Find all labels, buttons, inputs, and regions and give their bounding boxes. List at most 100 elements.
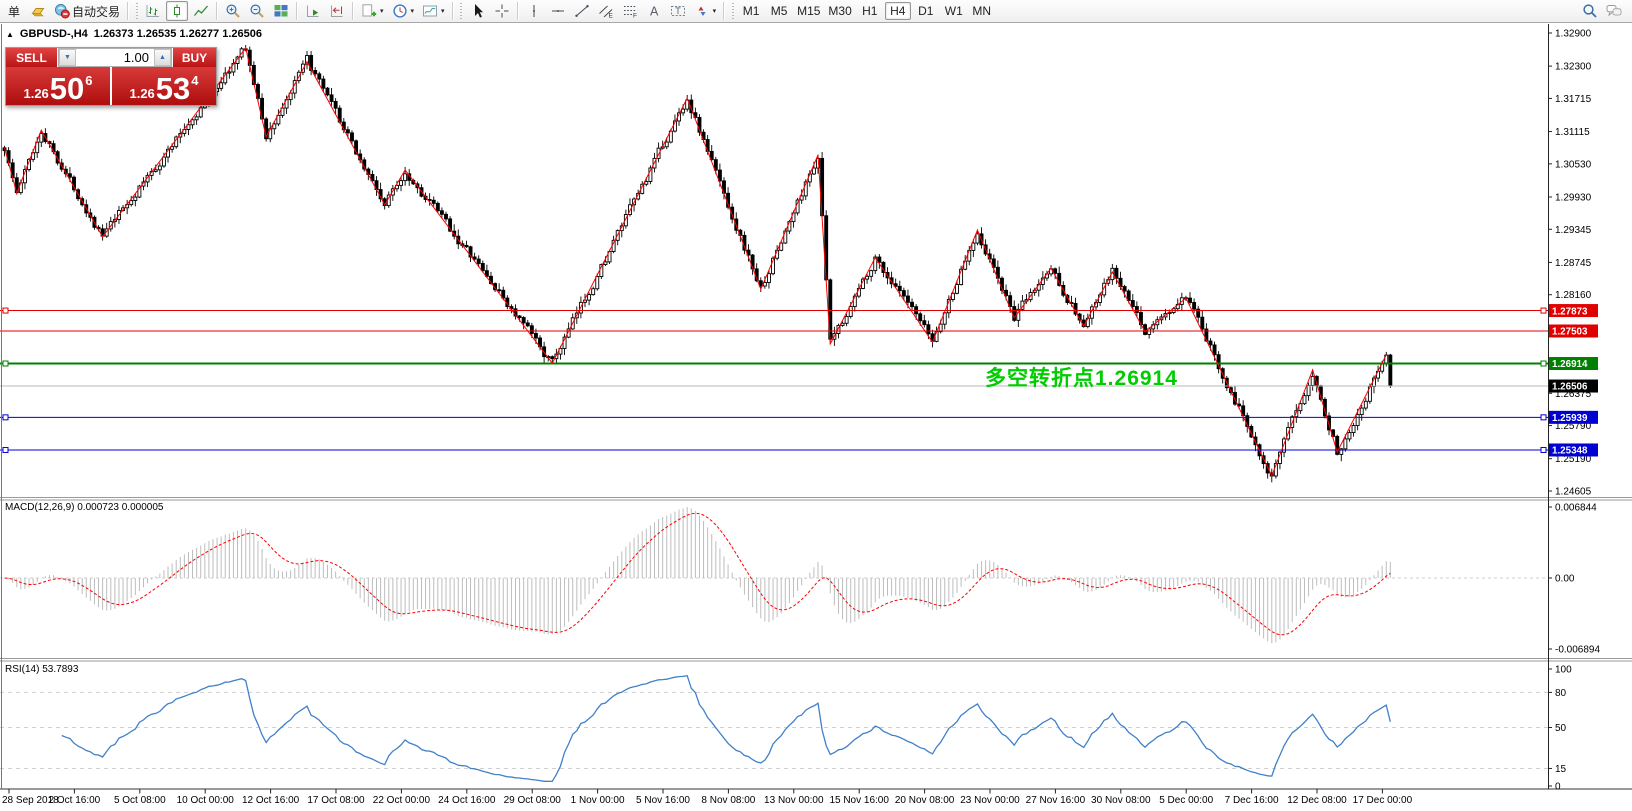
channel-icon[interactable]: E	[595, 1, 617, 21]
text-icon[interactable]: A	[643, 1, 665, 21]
toolbar-separator	[517, 2, 519, 20]
candlestick-icon[interactable]	[166, 1, 188, 21]
price-badge: 1.25348	[1552, 446, 1588, 457]
templates-icon-dropdown[interactable]: ▾	[441, 7, 445, 15]
search-icon[interactable]	[1579, 1, 1601, 21]
date-label: 15 Nov 16:00	[829, 795, 889, 806]
trendline-icon[interactable]	[571, 1, 593, 21]
volume-input[interactable]: 1.00	[76, 49, 154, 66]
date-label: 24 Oct 16:00	[438, 795, 496, 806]
line-handle[interactable]	[1541, 447, 1546, 452]
cursor-icon[interactable]	[467, 1, 489, 21]
horizontal-line-icon[interactable]	[547, 1, 569, 21]
toolbar-button-label: 单	[8, 3, 20, 20]
toolbar-separator	[127, 2, 129, 20]
trendline-icon	[574, 3, 590, 19]
line-chart-icon[interactable]	[190, 1, 212, 21]
timeframe-M5[interactable]: M5	[766, 2, 792, 20]
arrows-icon	[694, 3, 710, 19]
line-handle[interactable]	[3, 415, 8, 420]
zoom-out-icon[interactable]	[246, 1, 268, 21]
fibonacci-icon[interactable]: F	[619, 1, 641, 21]
timeframe-H1[interactable]: H1	[857, 2, 883, 20]
tile-windows-icon	[273, 3, 289, 19]
new-order-button[interactable]: 单	[3, 1, 25, 21]
line-handle[interactable]	[3, 447, 8, 452]
autotrade-button[interactable]: 自动交易	[51, 1, 123, 21]
arrows-icon-dropdown[interactable]: ▾	[713, 7, 717, 15]
periods-icon[interactable]: ▾	[389, 1, 418, 21]
zoom-in-icon[interactable]	[222, 1, 244, 21]
bar-chart-icon[interactable]	[142, 1, 164, 21]
date-label: 8 Nov 08:00	[701, 795, 755, 806]
toolbar-button-label: W1	[945, 4, 963, 18]
text-icon: A	[646, 3, 662, 19]
timeframe-MN[interactable]: MN	[969, 2, 995, 20]
chart-canvas[interactable]: 1.329001.323001.317151.311151.305301.299…	[0, 0, 1632, 811]
line-handle[interactable]	[3, 361, 8, 366]
autotrade-icon	[54, 3, 70, 19]
line-handle[interactable]	[3, 308, 8, 313]
svg-text:0: 0	[1555, 782, 1561, 793]
indicators-icon[interactable]: ▾	[358, 1, 387, 21]
svg-text:1.29345: 1.29345	[1555, 225, 1592, 236]
timeframe-W1[interactable]: W1	[941, 2, 967, 20]
date-label: 10 Oct 00:00	[177, 795, 235, 806]
macd-label: MACD(12,26,9) 0.000723 0.000005	[5, 502, 163, 513]
sell-price-display[interactable]: 1.26 50 6	[6, 67, 110, 105]
svg-text:15: 15	[1555, 764, 1567, 775]
sell-price-point: 6	[85, 74, 92, 87]
chart-shift-icon[interactable]	[326, 1, 348, 21]
new-order-icon[interactable]	[27, 1, 49, 21]
periods-icon	[392, 3, 408, 19]
timeframe-M30[interactable]: M30	[825, 2, 854, 20]
toolbar-grip[interactable]	[134, 3, 139, 19]
toolbar-separator	[216, 2, 218, 20]
line-handle[interactable]	[1541, 361, 1546, 366]
arrows-icon[interactable]: ▾	[691, 1, 720, 21]
templates-icon[interactable]: ▾	[419, 1, 448, 21]
timeframe-M1[interactable]: M1	[738, 2, 764, 20]
auto-scroll-icon	[305, 3, 321, 19]
date-label: 27 Nov 16:00	[1026, 795, 1086, 806]
auto-scroll-icon[interactable]	[302, 1, 324, 21]
turning-point-annotation[interactable]: 多空转折点1.26914	[985, 362, 1178, 392]
buy-button[interactable]: BUY	[172, 48, 216, 67]
tile-windows-icon[interactable]	[270, 1, 292, 21]
toolbar-button-label: H4	[890, 4, 905, 18]
line-handle[interactable]	[1541, 308, 1546, 313]
volume-increase-button[interactable]: ▲	[154, 49, 171, 66]
fibonacci-icon: F	[622, 3, 638, 19]
buy-price-display[interactable]: 1.26 53 4	[112, 67, 216, 105]
label-icon[interactable]: T	[667, 1, 689, 21]
svg-text:80: 80	[1555, 688, 1567, 699]
date-label: 17 Oct 08:00	[307, 795, 365, 806]
svg-text:1.28160: 1.28160	[1555, 290, 1592, 301]
toolbar-separator	[452, 2, 454, 20]
toolbar-grip[interactable]	[730, 3, 735, 19]
buy-price-base: 1.26	[129, 87, 154, 100]
sell-button[interactable]: SELL	[6, 48, 58, 67]
collapse-arrow-icon[interactable]: ▲	[6, 30, 14, 39]
svg-text:1.32300: 1.32300	[1555, 62, 1592, 73]
date-label: 17 Dec 00:00	[1353, 795, 1413, 806]
date-label: 29 Oct 08:00	[504, 795, 562, 806]
indicators-icon-dropdown[interactable]: ▾	[380, 7, 384, 15]
svg-text:T: T	[675, 6, 681, 16]
volume-spinner: ▼ 1.00 ▲	[58, 48, 172, 67]
crosshair-icon[interactable]	[491, 1, 513, 21]
toolbar-button-label: MN	[972, 4, 991, 18]
cursor-icon	[470, 3, 486, 19]
toolbar-grip[interactable]	[459, 3, 464, 19]
periods-icon-dropdown[interactable]: ▾	[411, 7, 415, 15]
timeframe-M15[interactable]: M15	[794, 2, 823, 20]
volume-decrease-button[interactable]: ▼	[59, 49, 76, 66]
vertical-line-icon[interactable]	[523, 1, 545, 21]
timeframe-D1[interactable]: D1	[913, 2, 939, 20]
crosshair-icon	[494, 3, 510, 19]
chat-icon[interactable]	[1603, 1, 1625, 21]
line-handle[interactable]	[1541, 415, 1546, 420]
label-icon: T	[670, 3, 686, 19]
timeframe-H4[interactable]: H4	[885, 2, 911, 20]
sell-price-pips: 50	[50, 73, 84, 104]
